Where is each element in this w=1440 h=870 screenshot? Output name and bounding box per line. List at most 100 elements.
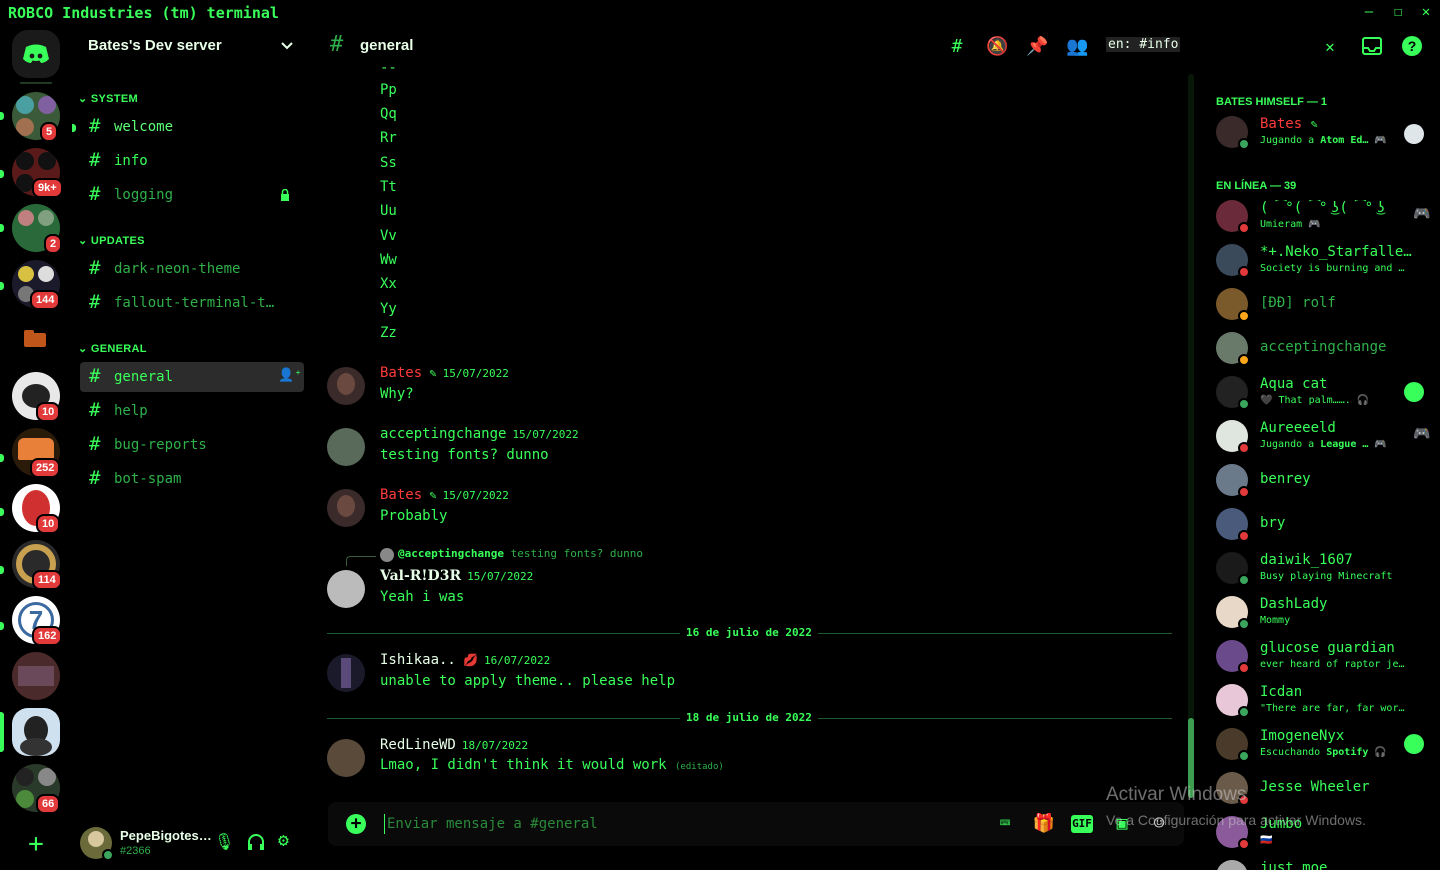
message-line: Qq xyxy=(380,106,397,122)
member-list-icon[interactable]: 👥 xyxy=(1066,36,1088,58)
search-input[interactable]: en: #info xyxy=(1106,36,1338,56)
channel-dark-neon-theme[interactable]: # dark-neon-theme xyxy=(80,254,304,284)
hash-icon: # xyxy=(89,467,101,489)
folder-icon[interactable] xyxy=(24,330,48,348)
member-name: acceptingchange xyxy=(1260,339,1387,355)
threads-icon[interactable]: # xyxy=(946,36,968,58)
channel-fallout-terminal[interactable]: # fallout-terminal-t… xyxy=(80,288,304,318)
member-name: benrey xyxy=(1260,471,1311,487)
channel-bot-spam[interactable]: # bot-spam xyxy=(80,464,304,494)
member-item[interactable]: acceptingchange xyxy=(1216,328,1436,368)
inbox-icon[interactable] xyxy=(1361,36,1383,56)
online-status xyxy=(1238,138,1250,150)
message-author[interactable]: Val-R!D3R 15/07/2022 xyxy=(380,568,533,584)
member-activity: Mommy xyxy=(1260,615,1291,626)
channel-welcome[interactable]: # welcome xyxy=(80,112,304,142)
home-button[interactable] xyxy=(12,30,60,78)
channel-info[interactable]: # info xyxy=(80,146,304,176)
channel-label: welcome xyxy=(114,119,174,135)
member-item[interactable]: Aureeeeld Jugando a League … 🎮 🎮 xyxy=(1216,416,1436,456)
hash-icon: # xyxy=(330,32,344,57)
member-name: DashLady xyxy=(1260,596,1328,612)
settings-gear-icon[interactable]: ⚙ xyxy=(278,830,289,851)
author-name: Ishikaa.. xyxy=(380,652,456,668)
message-author[interactable]: acceptingchange 15/07/2022 xyxy=(380,426,579,442)
avatar[interactable] xyxy=(327,654,365,692)
member-item[interactable]: ( ͡°( ͡° ͜ʖ( ͡° ͜ʖ ͡°)ʖ ͡°) ͡°) Umieram … xyxy=(1216,196,1436,236)
mute-microphone-icon[interactable]: 🎙 xyxy=(214,832,234,851)
unread-pill xyxy=(0,170,4,178)
headphones-icon[interactable] xyxy=(246,833,266,851)
server-header[interactable]: Bates's Dev server xyxy=(72,26,312,66)
gamepad-icon: 🎮 xyxy=(1374,439,1387,450)
maximize-button[interactable]: ☐ xyxy=(1387,3,1409,21)
message-line: Ss xyxy=(380,155,397,171)
reply-connector xyxy=(346,556,376,566)
activity-game: Atom Ed… xyxy=(1320,135,1369,146)
avatar[interactable] xyxy=(327,489,365,527)
hash-icon: # xyxy=(89,365,101,387)
online-status xyxy=(1238,706,1250,718)
dnd-status xyxy=(1238,530,1250,542)
channel-logging[interactable]: # logging xyxy=(80,180,304,210)
message-text: testing fonts? dunno xyxy=(380,447,549,463)
member-item[interactable]: Icdan "There are far, far wor… xyxy=(1216,680,1436,720)
avatar[interactable] xyxy=(327,367,365,405)
invite-user-icon[interactable]: 👤⁺ xyxy=(278,368,302,383)
clear-search-icon[interactable]: ✕ xyxy=(1319,36,1341,58)
message-author[interactable]: Ishikaa.. 💋 16/07/2022 xyxy=(380,652,550,668)
server-icon-10[interactable] xyxy=(12,652,60,700)
gif-icon[interactable]: GIF xyxy=(1071,815,1093,833)
message-author[interactable]: RedLineWD 18/07/2022 xyxy=(380,737,528,753)
member-item[interactable]: benrey xyxy=(1216,460,1436,500)
channel-label: fallout-terminal-t… xyxy=(114,295,275,311)
help-icon[interactable]: ? xyxy=(1402,36,1422,56)
timestamp: 15/07/2022 xyxy=(467,570,534,583)
message-list: -- Pp Qq Rr Ss Tt Uu Vv Ww Xx Yy Zz Bate… xyxy=(312,66,1184,796)
reply-preview[interactable]: @acceptingchange testing fonts? dunno xyxy=(398,547,643,560)
channel-bug-reports[interactable]: # bug-reports xyxy=(80,430,304,460)
server-badge: 10 xyxy=(36,402,61,422)
pin-icon[interactable]: 📌 xyxy=(1026,36,1048,58)
member-item[interactable]: bry xyxy=(1216,504,1436,544)
member-item[interactable]: just_moe xyxy=(1216,856,1436,870)
message-author[interactable]: Bates ✎ 15/07/2022 xyxy=(380,487,509,503)
server-icon-active[interactable] xyxy=(12,708,60,756)
member-item[interactable]: *+.Neko_Starfalle… Society is burning an… xyxy=(1216,240,1436,280)
timestamp: 15/07/2022 xyxy=(442,489,509,502)
category-updates[interactable]: ⌄ UPDATES xyxy=(78,234,145,247)
reply-text: testing fonts? dunno xyxy=(510,547,644,560)
member-item[interactable]: Bates ✎ Jugando a Atom Ed… 🎮 xyxy=(1216,112,1436,152)
message-author[interactable]: Bates ✎ 15/07/2022 xyxy=(380,365,509,381)
activity-app: Spotify xyxy=(1326,747,1369,758)
channel-help[interactable]: # help xyxy=(80,396,304,426)
timestamp: 15/07/2022 xyxy=(442,367,509,380)
member-item[interactable]: daiwik_1607 Busy playing Minecraft xyxy=(1216,548,1436,588)
online-status xyxy=(1238,574,1250,586)
message-input[interactable] xyxy=(384,814,884,834)
member-item[interactable]: [ÐÐ] rolf xyxy=(1216,284,1436,324)
member-item[interactable]: Aqua cat 🖤 That palm……. 🎧 xyxy=(1216,372,1436,412)
avatar[interactable] xyxy=(327,570,365,608)
add-server-icon[interactable]: + xyxy=(24,831,48,857)
category-system[interactable]: ⌄ SYSTEM xyxy=(78,92,138,105)
scrollbar-track[interactable] xyxy=(1188,74,1194,798)
close-window-button[interactable]: ✕ xyxy=(1415,3,1437,21)
member-item[interactable]: DashLady Mommy xyxy=(1216,592,1436,632)
notification-mute-icon[interactable]: 🔕 xyxy=(986,36,1008,58)
member-item[interactable]: glucose guardian ever heard of raptor je… xyxy=(1216,636,1436,676)
member-item[interactable]: ImogeneNyx Escuchando Spotify 🎧 xyxy=(1216,724,1436,764)
avatar[interactable] xyxy=(327,428,365,466)
server-badge: 144 xyxy=(30,290,61,310)
keyboard-icon[interactable]: ⌨ xyxy=(992,813,1018,835)
channel-label: bug-reports xyxy=(114,437,207,453)
channel-general[interactable]: # general 👤⁺ xyxy=(80,362,304,392)
add-attachment-icon[interactable]: + xyxy=(346,814,366,834)
member-activity: ever heard of raptor je… xyxy=(1260,659,1405,670)
minimize-button[interactable]: – xyxy=(1358,3,1380,21)
avatar[interactable] xyxy=(327,739,365,777)
gift-icon[interactable]: 🎁 xyxy=(1031,813,1057,835)
hash-icon: # xyxy=(89,399,101,421)
dnd-status xyxy=(1238,838,1250,850)
category-general[interactable]: ⌄ GENERAL xyxy=(78,342,147,355)
